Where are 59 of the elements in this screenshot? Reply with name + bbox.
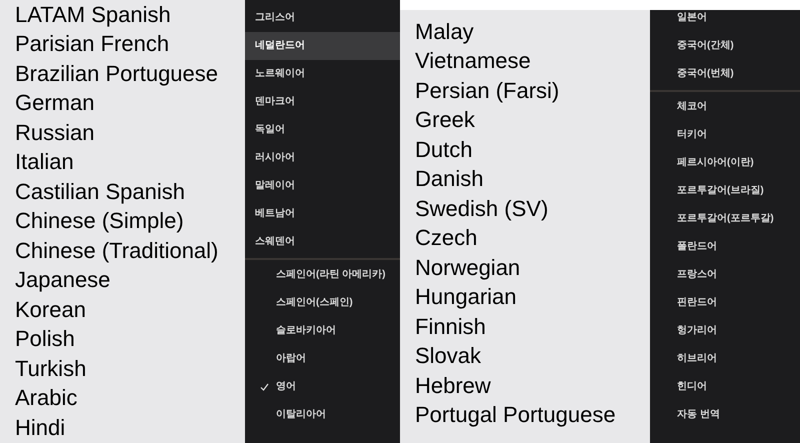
menu-item[interactable]: 핀란드어 (650, 289, 800, 317)
menu-item[interactable]: 체코어 (650, 93, 800, 121)
menu-item[interactable]: 페르시아어(이란) (650, 149, 800, 177)
language-name: Italian (15, 151, 74, 174)
language-name: Hindi (15, 416, 66, 439)
language-name: Brazilian Portuguese (15, 62, 218, 85)
language-name: Chinese (Simple) (15, 210, 184, 232)
language-name: Japanese (15, 269, 110, 292)
menu-item[interactable]: 일본어 (650, 10, 800, 32)
language-name: Polish (15, 328, 75, 350)
menu-item[interactable]: 헝가리어 (650, 317, 800, 345)
language-name: Slovak (415, 345, 482, 368)
menu-item[interactable]: 힌디어 (650, 373, 800, 401)
menu-item[interactable]: 포르투갈어(포르투갈) (650, 205, 800, 233)
menu-item[interactable]: 베트남어 (245, 200, 400, 228)
menu-item[interactable]: 중국어(간체) (650, 32, 800, 60)
language-name: Norwegian (415, 256, 520, 279)
menu-item[interactable]: 스페인어(라틴 아메리카) (245, 261, 400, 289)
language-name: Russian (15, 122, 94, 144)
menu-item[interactable]: 독일어 (245, 116, 400, 144)
language-name: Czech (415, 227, 478, 250)
menu-item[interactable]: 노르웨이어 (245, 60, 400, 88)
menu-item[interactable]: 덴마크어 (245, 88, 400, 116)
menu-item[interactable]: 그리스어 (245, 4, 400, 32)
menu-item[interactable]: 아랍어 (245, 345, 400, 373)
menu-item[interactable]: 말레이어 (245, 172, 400, 200)
menu-item[interactable]: 스웨덴어 (245, 228, 400, 256)
language-name: Korean (15, 298, 86, 321)
language-name: Persian (Farsi) (415, 80, 560, 102)
language-name: Turkish (15, 358, 86, 380)
menu-item[interactable]: 슬로바키아어 (245, 317, 400, 345)
language-name: Portugal Portuguese (415, 404, 616, 426)
menu-item[interactable]: 터키어 (650, 121, 800, 149)
menu-item[interactable]: 자동 번역 (650, 401, 800, 429)
menu-item[interactable]: 프랑스어 (650, 261, 800, 289)
language-name: Hungarian (415, 286, 517, 308)
menu-item[interactable]: 스페인어(스페인) (245, 289, 400, 317)
language-name: Dutch (415, 138, 472, 161)
language-name: Malay (415, 20, 474, 43)
language-name: Arabic (15, 387, 78, 410)
language-name: Vietnamese (415, 50, 531, 72)
menu-item[interactable]: 네덜란드어 (245, 32, 400, 60)
language-name: Chinese (Traditional) (15, 240, 218, 262)
menu-item[interactable]: 포르투갈어(브라질) (650, 177, 800, 205)
language-name: Hebrew (415, 374, 491, 397)
menu-item[interactable]: 러시아어 (245, 144, 400, 172)
menu-item[interactable]: 이탈리아어 (245, 401, 400, 429)
menu-item[interactable]: 폴란드어 (650, 233, 800, 261)
language-name: Finnish (415, 316, 486, 338)
language-name: Parisian French (15, 33, 170, 56)
language-name: Greek (415, 109, 475, 132)
language-name: LATAM Spanish (15, 4, 171, 26)
menu-item[interactable]: 영어 (245, 373, 400, 401)
language-name: German (15, 92, 94, 114)
menu-item[interactable]: 중국어(번체) (650, 60, 800, 88)
language-name: Castilian Spanish (15, 180, 185, 203)
language-name: Danish (415, 168, 484, 190)
menu-item[interactable]: 히브리어 (650, 345, 800, 373)
language-name: Swedish (SV) (415, 198, 548, 220)
